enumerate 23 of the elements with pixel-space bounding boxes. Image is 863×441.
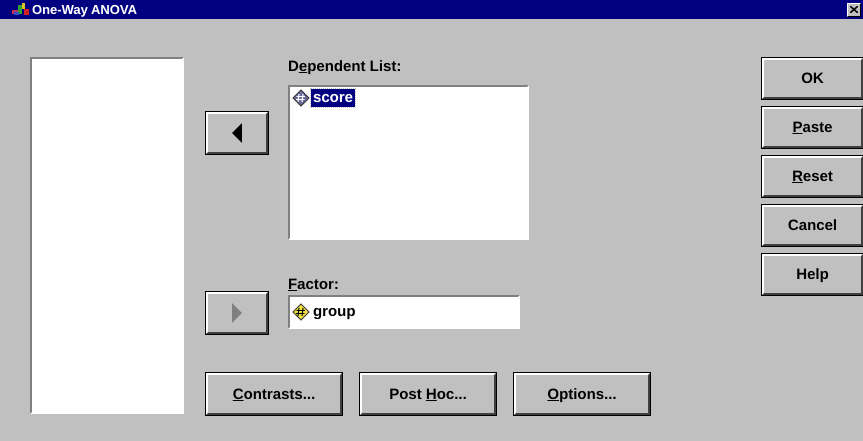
- close-icon: [850, 6, 858, 13]
- dialog-button[interactable]: Paste: [762, 107, 863, 148]
- factor-label: Factor:: [288, 276, 340, 294]
- dialog-button[interactable]: OK: [762, 58, 863, 99]
- dialog-button[interactable]: Options...: [514, 373, 650, 415]
- window-title: One-Way ANOVA: [32, 3, 137, 16]
- dependent-list-label: Dependent List:: [288, 58, 402, 76]
- dialog-button[interactable]: Contrasts...: [206, 373, 342, 415]
- close-button[interactable]: [847, 2, 861, 16]
- dialog-button[interactable]: Help: [762, 254, 863, 295]
- app-icon: [12, 2, 30, 16]
- dialog-button[interactable]: Post Hoc...: [360, 373, 496, 415]
- variable-icon: [292, 89, 310, 107]
- dependent-list[interactable]: score: [288, 85, 529, 240]
- variable-icon: [292, 303, 310, 321]
- list-item[interactable]: score: [311, 89, 356, 107]
- factor-field[interactable]: group: [288, 295, 520, 329]
- left-triangle-icon: [232, 123, 242, 143]
- dialog-button[interactable]: Cancel: [762, 205, 863, 246]
- move-button[interactable]: [206, 112, 268, 154]
- dialog-button[interactable]: Reset: [762, 156, 863, 197]
- factor-value: group: [313, 303, 356, 321]
- right-triangle-icon: [232, 303, 242, 323]
